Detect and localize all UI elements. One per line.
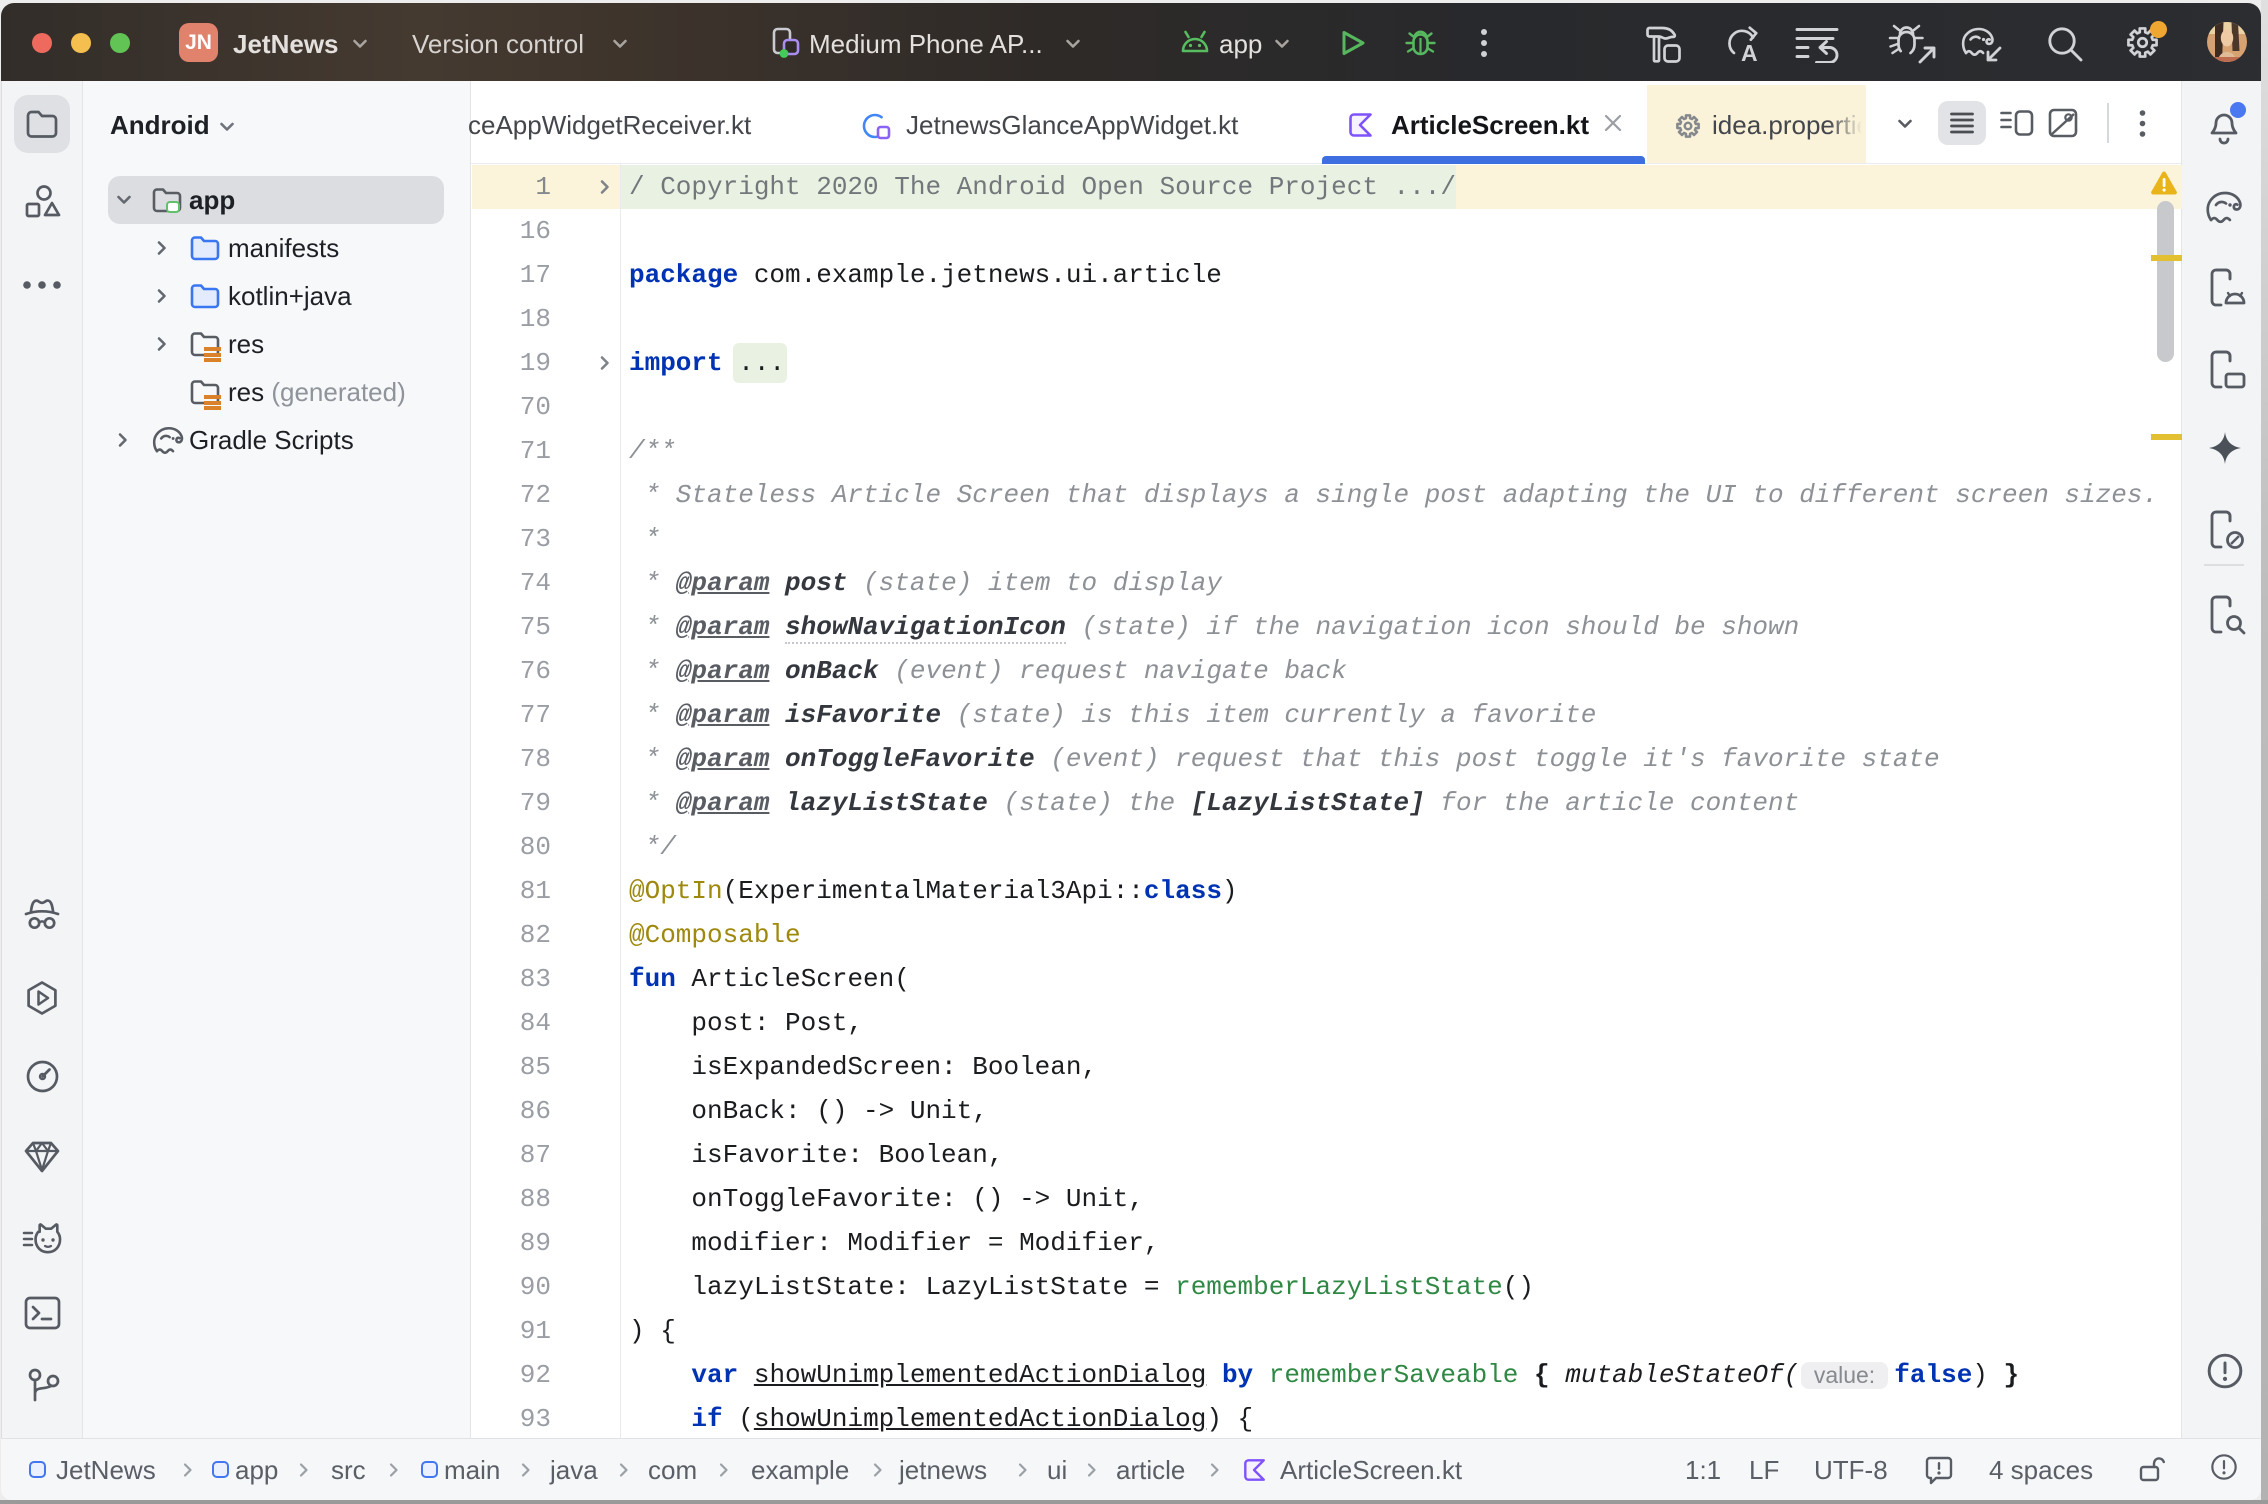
svg-text:A: A: [1741, 40, 1758, 63]
